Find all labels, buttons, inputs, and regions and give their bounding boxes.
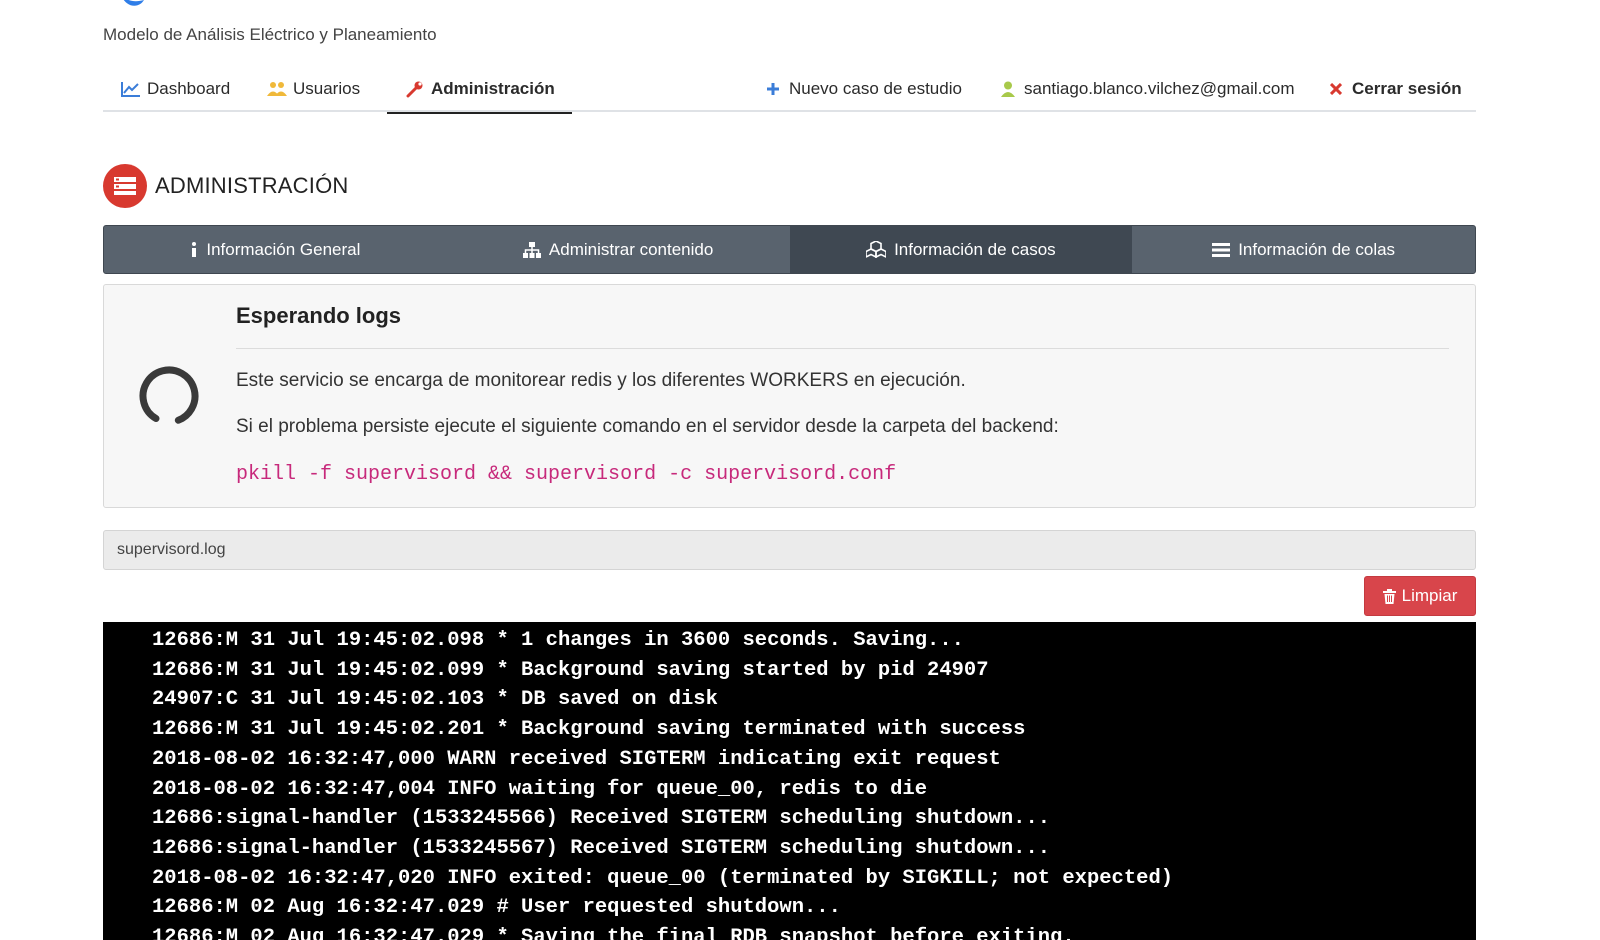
- trash-icon: [1382, 588, 1396, 604]
- nav-usuarios-label: Usuarios: [293, 79, 361, 98]
- log-file-select[interactable]: supervisord.log: [103, 530, 1476, 570]
- panel-heading: Esperando logs: [236, 303, 402, 328]
- log-file-select-value: supervisord.log: [117, 541, 226, 558]
- user-icon: [998, 80, 1018, 98]
- nav-user-email[interactable]: santiago.blanco.vilchez@gmail.com: [998, 66, 1295, 112]
- log-line: 12686:M 31 Jul 19:45:02.201 * Background…: [152, 718, 1026, 742]
- log-line: 12686:signal-handler (1533245566) Receiv…: [152, 807, 1051, 831]
- close-icon: [1326, 80, 1346, 98]
- server-icon: [103, 164, 147, 208]
- line-chart-icon: [121, 80, 141, 98]
- tab-informacion-colas[interactable]: Información de colas: [1132, 226, 1475, 273]
- tab-administrar-contenido[interactable]: Administrar contenido: [447, 226, 790, 273]
- clear-logs-button[interactable]: Limpiar: [1364, 576, 1476, 616]
- users-icon: [267, 80, 287, 98]
- panel-description: Este servicio se encarga de monitorear r…: [236, 370, 966, 391]
- tab-informacion-casos[interactable]: Información de casos: [789, 226, 1133, 273]
- nav-usuarios[interactable]: Usuarios: [267, 66, 360, 112]
- plus-icon: [763, 80, 783, 98]
- log-line: 12686:M 02 Aug 16:32:47.029 * Saving the…: [152, 926, 1075, 940]
- clear-logs-button-label: Limpiar: [1401, 586, 1458, 605]
- panel-hint: Si el problema persiste ejecute el sigui…: [236, 416, 1059, 437]
- log-line: 12686:M 02 Aug 16:32:47.029 # User reque…: [152, 896, 841, 920]
- waiting-logs-panel: Esperando logs Este servicio se encarga …: [103, 284, 1476, 508]
- cubes-icon: [866, 241, 887, 258]
- nav-dashboard[interactable]: Dashboard: [121, 66, 230, 112]
- log-line: 12686:M 31 Jul 19:45:02.098 * 1 changes …: [152, 629, 964, 652]
- nav-dashboard-label: Dashboard: [147, 79, 231, 98]
- log-line: 2018-08-02 16:32:47,000 WARN received SI…: [152, 747, 1001, 771]
- tab-informacion-general[interactable]: Información General: [104, 226, 447, 273]
- nav-cerrar-sesion[interactable]: Cerrar sesión: [1326, 66, 1462, 112]
- loading-spinner-icon: [139, 366, 199, 426]
- panel-divider: [236, 348, 1449, 349]
- log-line: 24907:C 31 Jul 19:45:02.103 * DB saved o…: [152, 688, 718, 712]
- log-line: 2018-08-02 16:32:47,020 INFO exited: que…: [152, 866, 1174, 890]
- brand-subtitle: Modelo de Análisis Eléctrico y Planeamie…: [103, 25, 437, 44]
- log-line: 2018-08-02 16:32:47,004 INFO waiting for…: [152, 777, 928, 801]
- nav-nuevo-caso[interactable]: Nuevo caso de estudio: [763, 66, 962, 112]
- wrench-icon: [405, 80, 425, 98]
- tab-informacion-general-label: Información General: [206, 239, 361, 259]
- log-line: 12686:M 31 Jul 19:45:02.099 * Background…: [152, 658, 989, 682]
- brand-logo: [123, 0, 144, 6]
- log-line: 12686:signal-handler (1533245567) Receiv…: [152, 836, 1051, 860]
- panel-command: pkill -f supervisord && supervisord -c s…: [236, 463, 897, 486]
- section-header: ADMINISTRACIÓN: [103, 164, 348, 208]
- tab-administrar-contenido-label: Administrar contenido: [548, 239, 714, 259]
- tab-informacion-colas-label: Información de colas: [1238, 239, 1396, 259]
- nav-cerrar-sesion-label: Cerrar sesión: [1352, 79, 1462, 98]
- nav-administracion-label: Administración: [431, 79, 555, 98]
- nav-administracion[interactable]: Administración: [387, 66, 572, 114]
- nav-user-email-label: santiago.blanco.vilchez@gmail.com: [1024, 79, 1295, 98]
- page-title: ADMINISTRACIÓN: [155, 173, 349, 198]
- list-icon: [1212, 242, 1231, 257]
- sitemap-icon: [522, 241, 541, 258]
- info-icon: [190, 241, 198, 258]
- tab-informacion-casos-label: Información de casos: [894, 239, 1056, 259]
- log-console[interactable]: 12686:M 31 Jul 19:45:02.098 * 1 changes …: [103, 622, 1476, 940]
- top-navigation: Dashboard Usuarios Administración Nuevo …: [103, 66, 1476, 114]
- admin-tabs: Información General Administrar contenid…: [103, 225, 1476, 274]
- nav-nuevo-caso-label: Nuevo caso de estudio: [789, 79, 962, 98]
